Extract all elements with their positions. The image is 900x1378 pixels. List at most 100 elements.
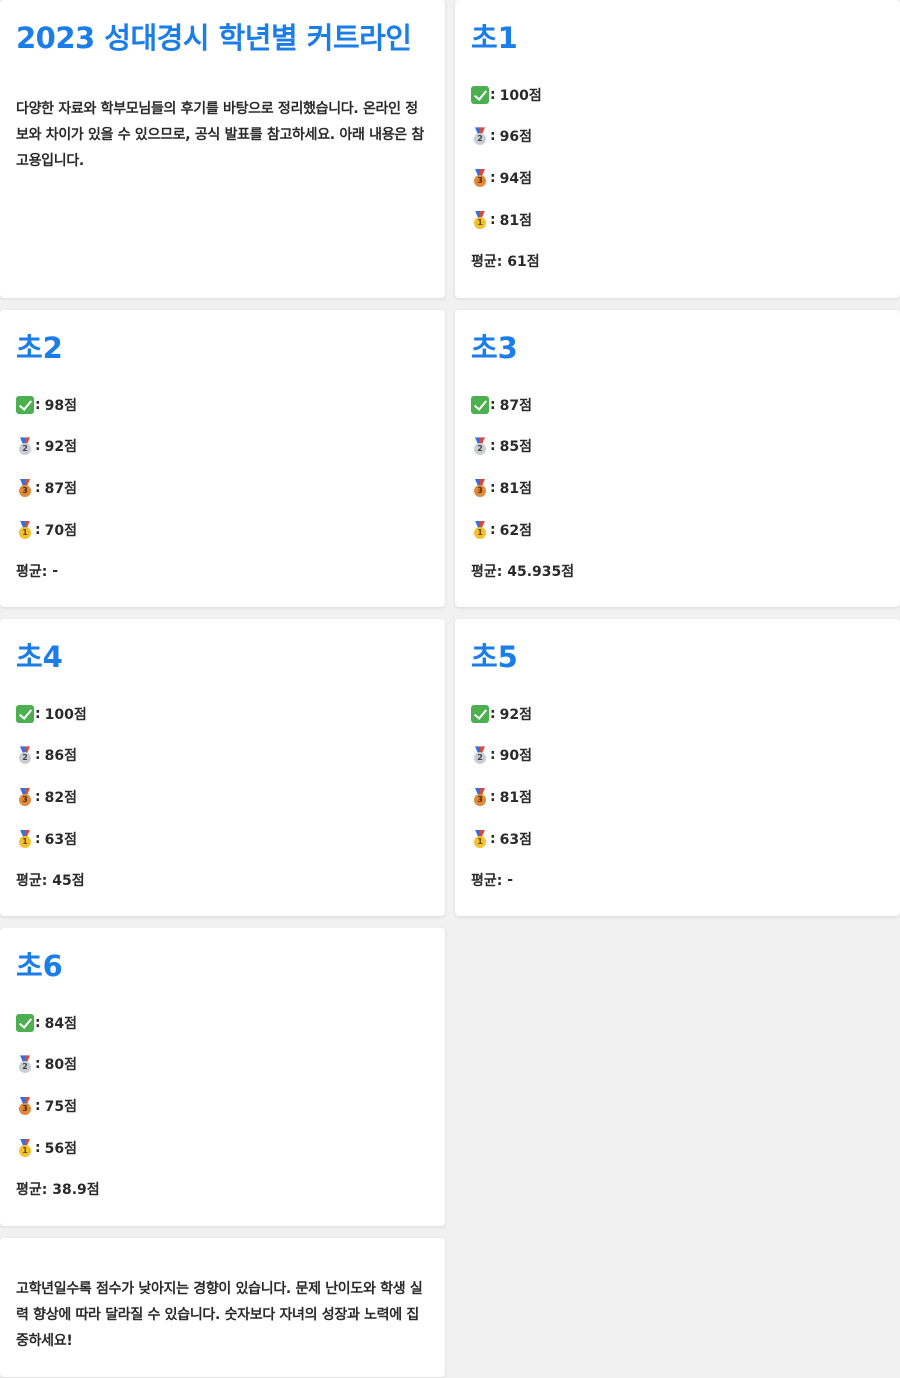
grade-title: 초1 [471, 21, 518, 55]
grade-title: 초5 [471, 640, 518, 674]
cutline-row-silver: :85점 [471, 426, 884, 468]
grade-card-5: 초5:92점:90점:81점:63점평균: - [455, 619, 900, 916]
bronze-medal-icon [16, 788, 34, 806]
separator: : [490, 705, 496, 722]
cutline-score: 63점 [44, 831, 77, 848]
cutline-row-bronze: :94점 [471, 157, 884, 199]
separator: : [35, 705, 41, 722]
grade-title: 초6 [16, 949, 63, 983]
average-row: 평균: - [16, 550, 429, 592]
average-row: 평균: 61점 [471, 240, 884, 282]
average-score: - [507, 872, 514, 889]
separator: : [35, 1014, 41, 1031]
cutline-score: 75점 [44, 1098, 77, 1115]
cutline-score: 94점 [499, 170, 532, 187]
average-score: 61점 [507, 254, 540, 271]
cutline-score: 63점 [499, 831, 532, 848]
cutline-score: 87점 [499, 397, 532, 414]
cutline-row-silver: :92점 [16, 426, 429, 468]
grade-title: 초2 [16, 331, 63, 365]
silver-medal-icon [16, 1055, 34, 1074]
separator: : [490, 86, 496, 103]
cutline-list: :92점:90점:81점:63점평균: - [471, 693, 884, 901]
separator: : [35, 830, 41, 847]
cutline-score: 92점 [44, 439, 77, 456]
separator: : [35, 479, 41, 496]
cutline-row-gold: :62점 [471, 509, 884, 551]
cutline-row-bronze: :75점 [16, 1085, 429, 1127]
intro-card: 2023 성대경시 학년별 커트라인 다양한 자료와 학부모님들의 후기를 바탕… [0, 0, 445, 298]
cutline-row-perfect: :92점 [471, 693, 884, 735]
cutline-row-perfect: :98점 [16, 384, 429, 426]
gold-medal-icon [471, 830, 489, 848]
footer-note: 고학년일수록 점수가 낮아지는 경향이 있습니다. 문제 난이도와 학생 실력 … [16, 1281, 423, 1349]
average-label: 평균: [471, 873, 503, 890]
cutline-list: :87점:85점:81점:62점평균: 45.935점 [471, 384, 884, 592]
separator: : [490, 128, 496, 145]
separator: : [35, 788, 41, 805]
average-row: 평균: 45점 [16, 859, 429, 901]
check-mark-icon [471, 704, 489, 723]
cutline-row-gold: :81점 [471, 199, 884, 241]
bronze-medal-icon [471, 788, 489, 806]
grade-card-2: 초2:98점:92점:87점:70점평균: - [0, 310, 445, 607]
intro-text: 다양한 자료와 학부모님들의 후기를 바탕으로 정리했습니다. 온라인 정보와 … [16, 101, 425, 169]
cutline-row-bronze: :81점 [471, 776, 884, 818]
grade-title: 초3 [471, 331, 518, 365]
grade-card-1: 초1:100점:96점:94점:81점평균: 61점 [455, 0, 900, 298]
cutline-score: 80점 [44, 1057, 77, 1074]
check-mark-icon [16, 395, 34, 414]
cutline-row-perfect: :100점 [471, 74, 884, 116]
separator: : [490, 211, 496, 228]
grade-card-6: 초6:84점:80점:75점:56점평균: 38.9점 [0, 928, 445, 1226]
page-title: 2023 성대경시 학년별 커트라인 [16, 21, 412, 55]
bronze-medal-icon [471, 479, 489, 497]
average-label: 평균: [16, 873, 48, 890]
cutline-score: 81점 [499, 212, 532, 229]
gold-medal-icon [16, 1139, 34, 1157]
grade-title: 초4 [16, 640, 63, 674]
cutline-row-gold: :70점 [16, 509, 429, 551]
cutline-row-gold: :63점 [16, 818, 429, 860]
cutline-grid: 2023 성대경시 학년별 커트라인 다양한 자료와 학부모님들의 후기를 바탕… [0, 0, 900, 1378]
cutline-score: 90점 [499, 748, 532, 765]
separator: : [35, 1139, 41, 1156]
gold-medal-icon [16, 830, 34, 848]
check-mark-icon [16, 704, 34, 723]
grade-card-4: 초4:100점:86점:82점:63점평균: 45점 [0, 619, 445, 916]
separator: : [490, 788, 496, 805]
cutline-row-bronze: :82점 [16, 776, 429, 818]
separator: : [490, 521, 496, 538]
cutline-row-silver: :80점 [16, 1044, 429, 1086]
cutline-row-bronze: :81점 [471, 467, 884, 509]
average-score: - [52, 563, 59, 580]
separator: : [35, 521, 41, 538]
separator: : [490, 479, 496, 496]
cutline-score: 87점 [44, 480, 77, 497]
average-score: 38.9점 [52, 1182, 100, 1199]
cutline-row-perfect: :100점 [16, 693, 429, 735]
average-score: 45.935점 [507, 564, 575, 581]
gold-medal-icon [471, 521, 489, 539]
cutline-score: 100점 [499, 87, 542, 104]
bronze-medal-icon [16, 479, 34, 497]
silver-medal-icon [16, 746, 34, 765]
cutline-score: 82점 [44, 789, 77, 806]
separator: : [490, 830, 496, 847]
cutline-row-perfect: :87점 [471, 384, 884, 426]
cutline-list: :98점:92점:87점:70점평균: - [16, 384, 429, 592]
silver-medal-icon [471, 746, 489, 765]
check-mark-icon [16, 1013, 34, 1032]
cutline-score: 84점 [44, 1015, 77, 1032]
cutline-row-perfect: :84점 [16, 1002, 429, 1044]
bronze-medal-icon [471, 169, 489, 187]
average-row: 평균: 38.9점 [16, 1168, 429, 1210]
separator: : [35, 747, 41, 764]
separator: : [490, 169, 496, 186]
cutline-row-gold: :63점 [471, 818, 884, 860]
check-mark-icon [471, 395, 489, 414]
gold-medal-icon [16, 521, 34, 539]
cutline-score: 81점 [499, 480, 532, 497]
average-label: 평균: [471, 564, 503, 581]
average-label: 평균: [16, 564, 48, 581]
